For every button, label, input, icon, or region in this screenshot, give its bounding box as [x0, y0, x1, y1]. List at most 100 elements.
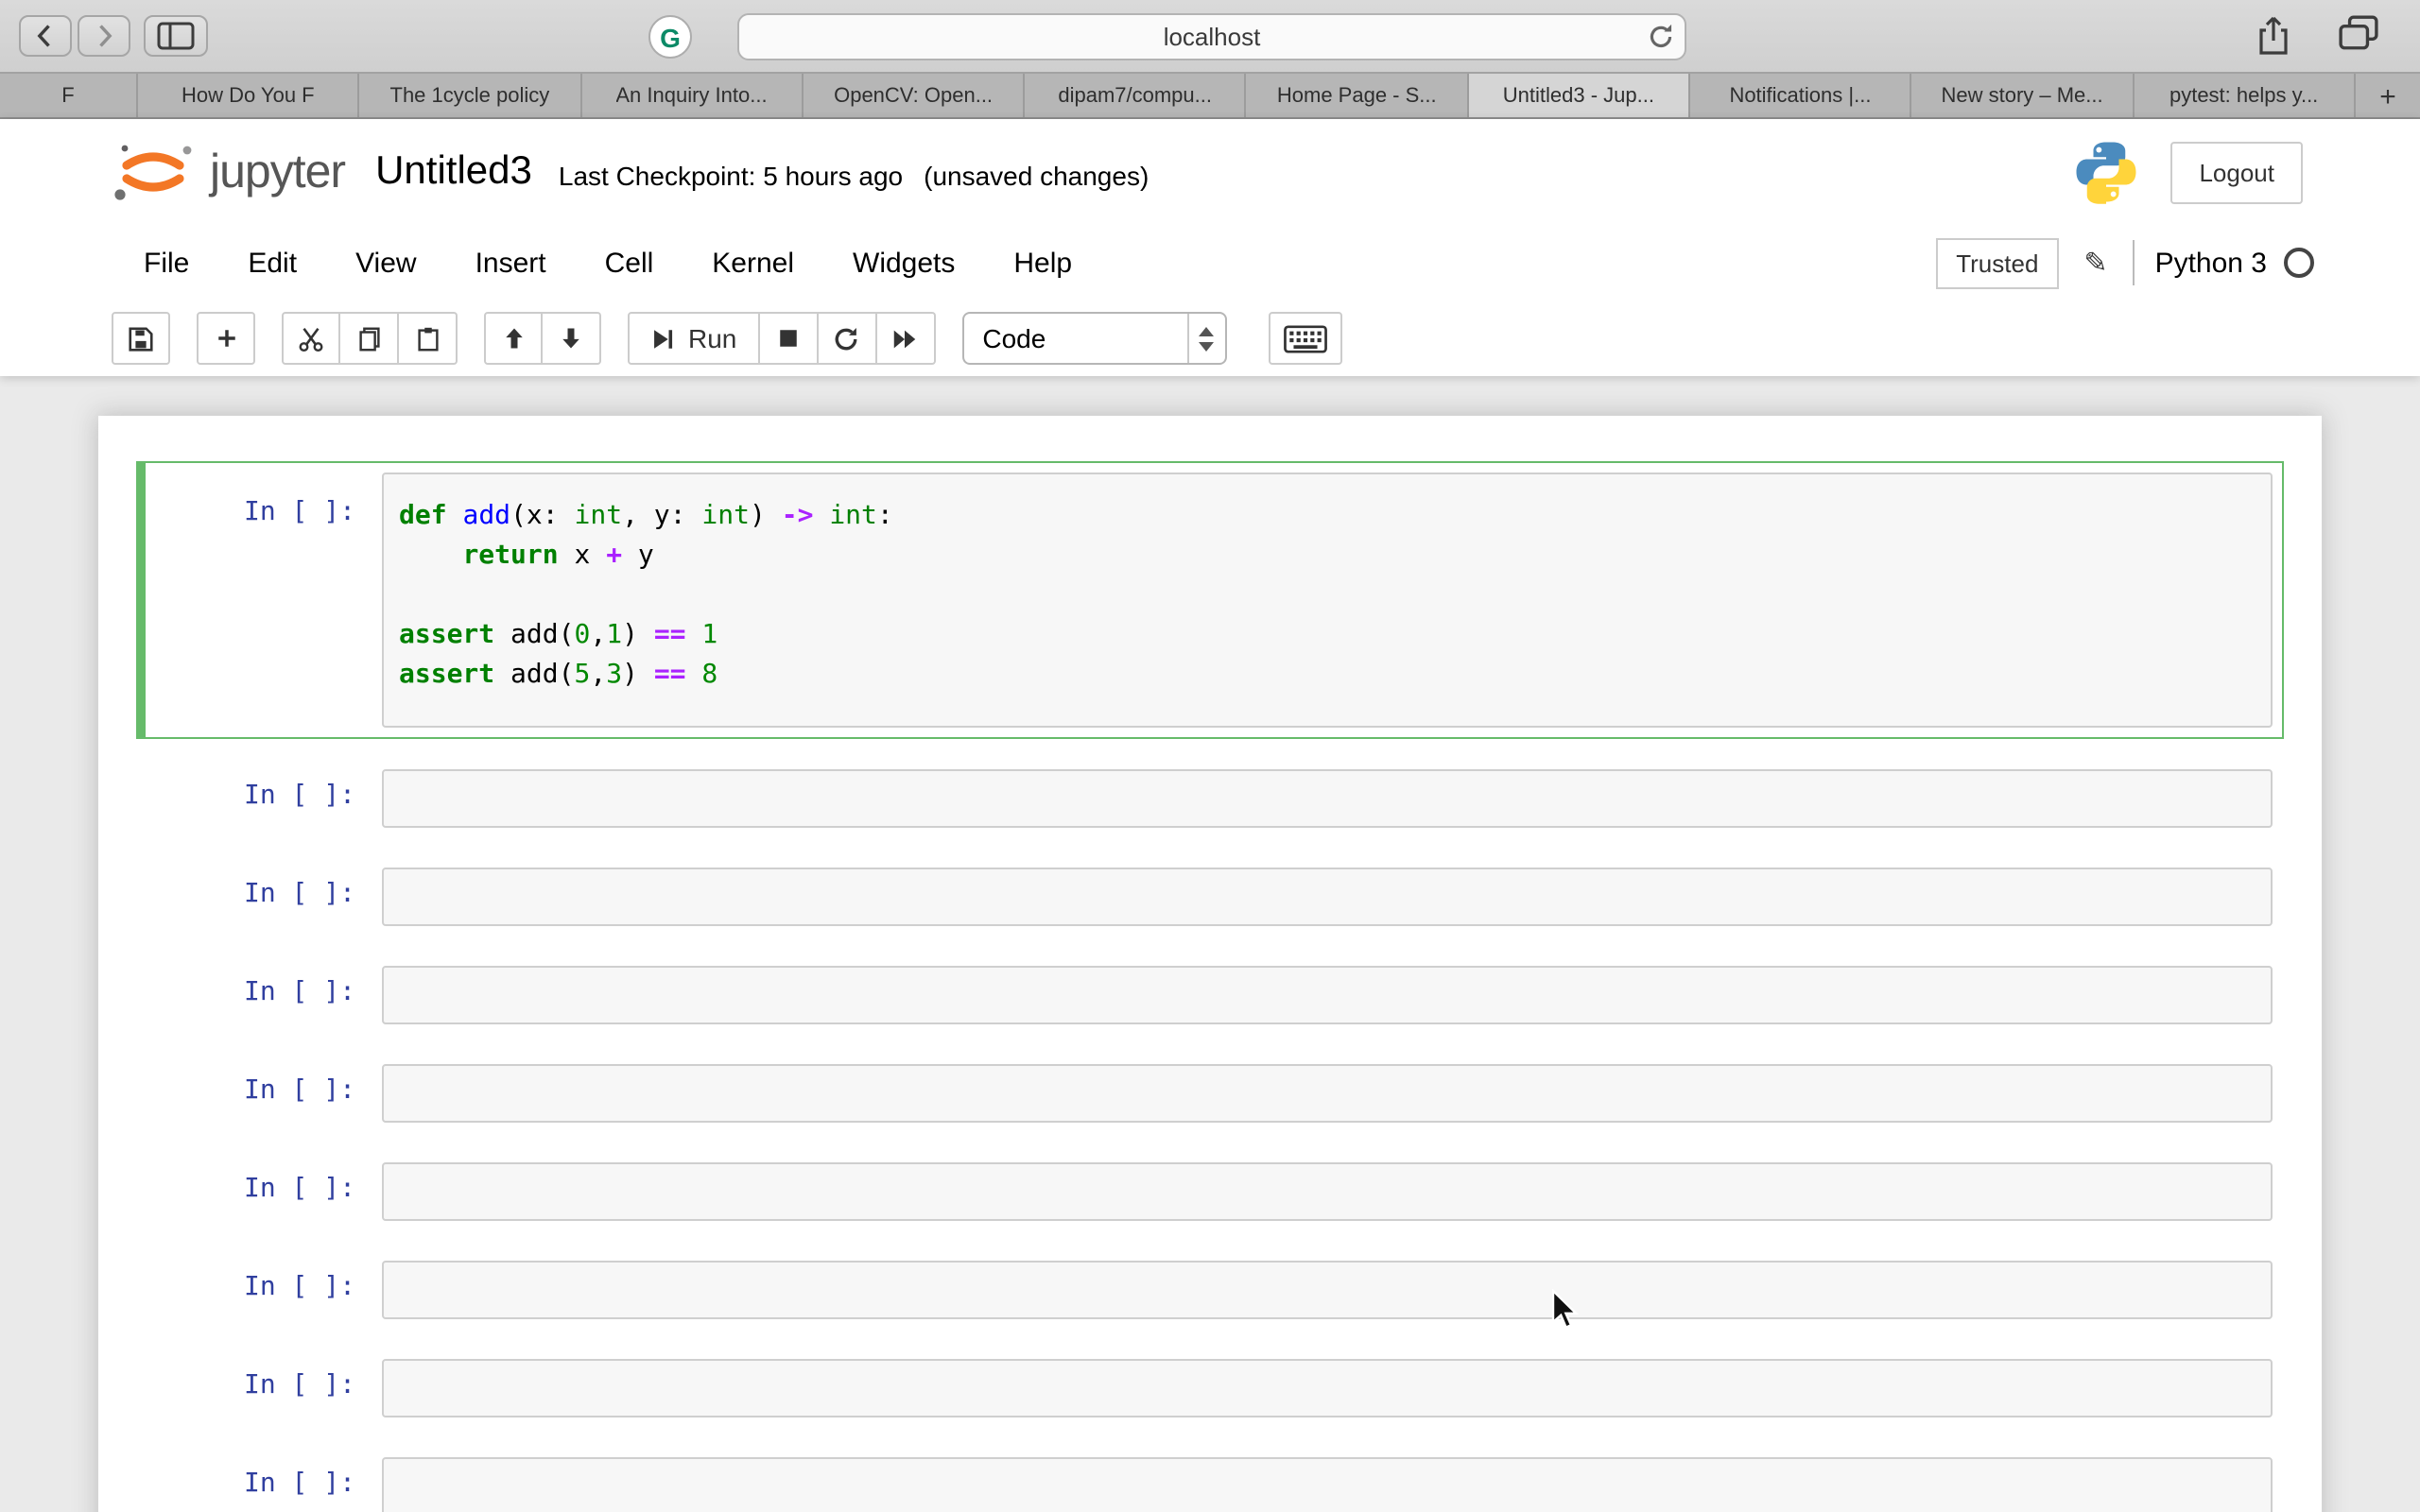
menu-view[interactable]: View	[333, 235, 440, 290]
notebook-body: In [ ]: def add(x: int, y: int) -> int: …	[0, 376, 2420, 1512]
empty-code-cell[interactable]: In [ ]:	[136, 856, 2284, 937]
menu-cell[interactable]: Cell	[582, 235, 677, 290]
cell-input[interactable]	[382, 1261, 2273, 1319]
browser-tab[interactable]: OpenCV: Open...	[804, 74, 1026, 117]
code-lines: def add(x: int, y: int) -> int: return x…	[399, 497, 2256, 696]
arrow-up-icon	[500, 325, 527, 352]
browser-tab[interactable]: New story – Me...	[1912, 74, 2135, 117]
jupyter-logo[interactable]: jupyter	[110, 140, 345, 204]
browser-tab[interactable]: pytest: helps y...	[2134, 74, 2356, 117]
forward-icon	[91, 23, 117, 49]
tab-bar-tabs: F How Do You F The 1cycle policy An Inquiry…	[0, 74, 2356, 117]
sidebar-toggle-button[interactable]	[144, 15, 208, 57]
restart-kernel-button[interactable]	[818, 312, 876, 365]
notebook-container: In [ ]: def add(x: int, y: int) -> int: …	[98, 416, 2322, 1512]
empty-code-cell[interactable]: In [ ]:	[136, 1249, 2284, 1331]
back-button[interactable]	[19, 15, 72, 57]
tab-title: How Do You F	[182, 84, 315, 107]
menu-help[interactable]: Help	[991, 235, 1095, 290]
tab-title: Home Page - S...	[1277, 84, 1437, 107]
cell-prompt: In [ ]:	[147, 1064, 374, 1123]
cell-prompt: In [ ]:	[147, 1261, 374, 1319]
sidebar-icon	[157, 21, 195, 51]
paste-icon	[413, 324, 441, 352]
move-cell-down-button[interactable]	[543, 312, 601, 365]
cell-input[interactable]	[382, 769, 2273, 828]
plus-icon	[213, 325, 239, 352]
kernel-idle-indicator	[2284, 248, 2314, 278]
kernel-name: Python 3	[2155, 247, 2267, 279]
cell-prompt: In [ ]:	[147, 1359, 374, 1418]
empty-code-cell[interactable]: In [ ]:	[136, 954, 2284, 1036]
empty-code-cell[interactable]: In [ ]:	[136, 1446, 2284, 1512]
tab-title: dipam7/compu...	[1058, 84, 1212, 107]
browser-tab[interactable]: dipam7/compu...	[1025, 74, 1247, 117]
menu-kernel[interactable]: Kernel	[689, 235, 817, 290]
jupyter-logo-icon	[110, 140, 197, 204]
browser-tab[interactable]: The 1cycle policy	[360, 74, 582, 117]
command-palette-button[interactable]	[1268, 312, 1341, 365]
run-icon	[650, 326, 675, 351]
fast-forward-icon	[890, 324, 919, 352]
notebook-title[interactable]: Untitled3	[375, 149, 532, 195]
restart-run-all-button[interactable]	[876, 312, 935, 365]
menus: FileEditViewInsertCellKernelWidgets Help	[121, 235, 1108, 290]
interrupt-kernel-button[interactable]	[759, 312, 818, 365]
cut-cell-button[interactable]	[282, 312, 340, 365]
cell-prompt: In [ ]:	[147, 472, 374, 728]
empty-code-cell[interactable]: In [ ]:	[136, 1053, 2284, 1134]
empty-code-cell[interactable]: In [ ]:	[136, 1151, 2284, 1232]
cell-input[interactable]	[382, 966, 2273, 1024]
logout-button[interactable]: Logout	[2170, 141, 2303, 203]
checkpoint-status: Last Checkpoint: 5 hours ago	[559, 153, 903, 191]
cell-prompt: In [ ]:	[147, 966, 374, 1024]
add-cell-below-button[interactable]	[197, 312, 255, 365]
save-button[interactable]	[112, 312, 170, 365]
code-cell-input[interactable]: def add(x: int, y: int) -> int: return x…	[382, 472, 2273, 728]
keyboard-icon	[1283, 324, 1326, 352]
divider	[2133, 240, 2135, 285]
menu-widgets[interactable]: Widgets	[830, 235, 977, 290]
cell-prompt: In [ ]:	[147, 1457, 374, 1512]
move-cell-up-button[interactable]	[484, 312, 543, 365]
tab-title: Notifications |...	[1729, 84, 1871, 107]
forward-button[interactable]	[78, 15, 130, 57]
empty-code-cell[interactable]: In [ ]:	[136, 1348, 2284, 1429]
cell-input[interactable]	[382, 1064, 2273, 1123]
menu-bar: FileEditViewInsertCellKernelWidgetsHelp …	[0, 225, 2420, 301]
trusted-badge[interactable]: Trusted	[1935, 237, 2059, 288]
cell-input[interactable]	[382, 1457, 2273, 1512]
copy-cell-button[interactable]	[340, 312, 399, 365]
cell-prompt: In [ ]:	[147, 868, 374, 926]
paste-cell-button[interactable]	[399, 312, 458, 365]
browser-tab[interactable]: An Inquiry Into...	[581, 74, 804, 117]
browser-tab[interactable]: Untitled3 - Jup...	[1469, 74, 1691, 117]
code-cell-selected[interactable]: In [ ]: def add(x: int, y: int) -> int: …	[136, 461, 2284, 739]
cell-input[interactable]	[382, 868, 2273, 926]
run-button[interactable]: Run	[628, 312, 759, 365]
address-bar[interactable]: localhost	[737, 13, 1686, 60]
save-icon	[127, 324, 155, 352]
menu-insert[interactable]: Insert	[453, 235, 569, 290]
copy-icon	[354, 324, 383, 352]
menu-file[interactable]: File	[121, 235, 212, 290]
unsaved-changes-indicator: (unsaved changes)	[924, 153, 1149, 191]
empty-code-cell[interactable]: In [ ]:	[136, 758, 2284, 839]
safari-window: G localhost F How Do You F The 1cycle poli…	[0, 0, 2420, 1512]
share-button[interactable]	[2256, 15, 2291, 62]
grammarly-extension-icon[interactable]: G	[648, 15, 692, 59]
notebook-toolbar: Run Code	[0, 301, 2420, 376]
browser-tab[interactable]: Notifications |...	[1690, 74, 1912, 117]
tabs-overview-button[interactable]	[2339, 15, 2378, 57]
tab-title: OpenCV: Open...	[834, 84, 993, 107]
new-tab-button[interactable]: +	[2356, 74, 2420, 117]
reload-button[interactable]	[1645, 21, 1677, 59]
browser-tab[interactable]: Home Page - S...	[1247, 74, 1469, 117]
cell-type-select[interactable]: Code	[961, 312, 1226, 365]
menu-edit[interactable]: Edit	[225, 235, 320, 290]
browser-tab[interactable]: F	[0, 74, 138, 117]
browser-tab[interactable]: How Do You F	[138, 74, 360, 117]
tab-title: The 1cycle policy	[390, 84, 550, 107]
cell-input[interactable]	[382, 1359, 2273, 1418]
cell-input[interactable]	[382, 1162, 2273, 1221]
